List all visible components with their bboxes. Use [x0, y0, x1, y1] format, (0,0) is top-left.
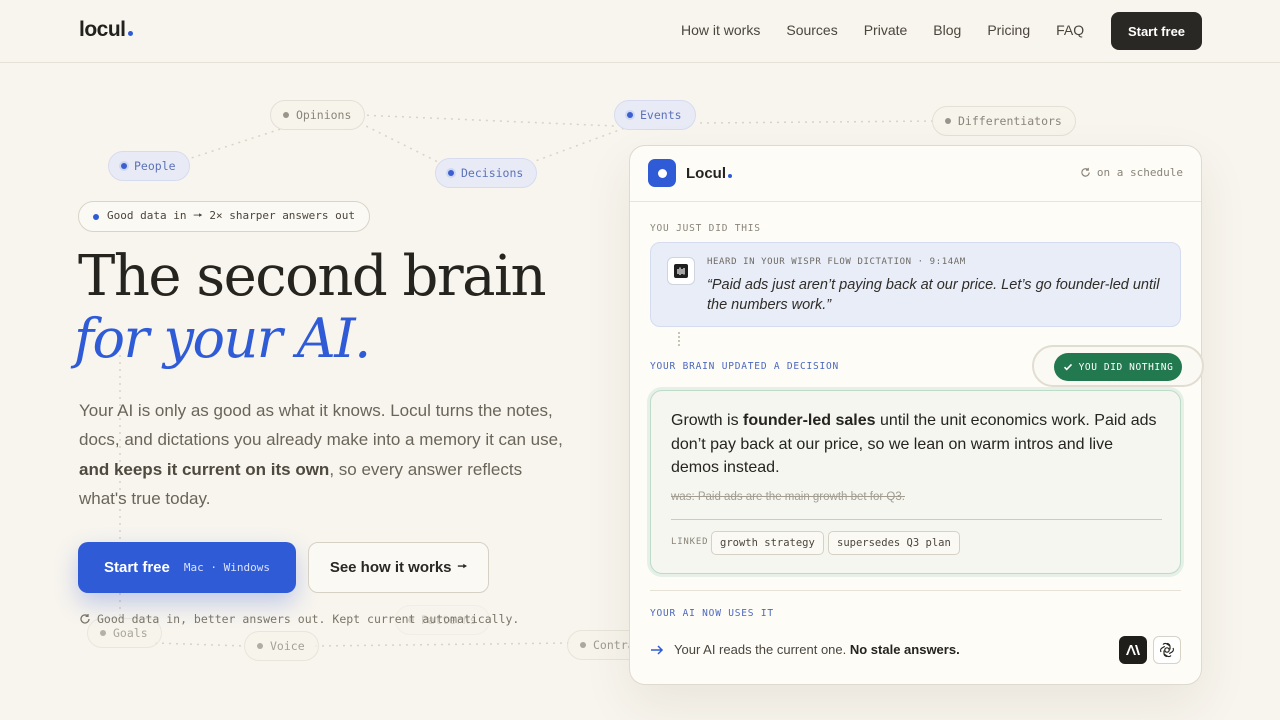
graph-node-events: Events: [614, 100, 696, 130]
site-header: locul How it works Sources Private Blog …: [0, 0, 1280, 63]
card-title: Locul: [686, 165, 732, 182]
node-dot: [945, 118, 951, 124]
node-label: Decisions: [461, 166, 524, 180]
section-label: YOUR AI NOW USES IT: [650, 608, 774, 619]
footnote-text: Good data in, better answers out. Kept c…: [97, 612, 520, 626]
divider: [650, 590, 1181, 591]
arrow-right-icon: [651, 644, 664, 655]
refresh-icon: [1081, 167, 1090, 177]
dictation-quote: “Paid ads just aren’t paying back at our…: [707, 277, 1160, 313]
schedule-status: on a schedule: [1080, 166, 1183, 179]
hero-start-free-button[interactable]: Start free Mac · Windows: [78, 542, 296, 593]
pill-dot: [93, 213, 99, 220]
decision-card: Growth is founder-led sales until the un…: [650, 390, 1181, 574]
nav-blog[interactable]: Blog: [933, 22, 961, 38]
decision-text: Growth is founder-led sales until the un…: [671, 412, 1157, 476]
anthropic-icon: [1119, 636, 1147, 664]
nav-pricing[interactable]: Pricing: [987, 22, 1030, 38]
node-dot: [257, 643, 263, 649]
did-nothing-badge-wrap: YOU DID NOTHING: [1032, 345, 1204, 387]
nav-sources[interactable]: Sources: [786, 22, 837, 38]
arrow-right-icon: 🠖: [457, 561, 468, 573]
node-label: Voice: [270, 639, 305, 653]
nav-faq[interactable]: FAQ: [1056, 22, 1084, 38]
did-nothing-badge: YOU DID NOTHING: [1054, 353, 1182, 381]
schedule-text: on a schedule: [1096, 166, 1183, 179]
graph-node-differentiators: Differentiators: [932, 106, 1076, 136]
hero-footnote: Good data in, better answers out. Kept c…: [79, 612, 519, 626]
node-dot: [283, 112, 289, 118]
openai-icon: [1153, 636, 1181, 664]
pill-text: Good data in 🠖 2× sharper answers out: [107, 209, 356, 222]
node-dot: [627, 112, 633, 118]
hero-title-line2: for your AI.: [74, 307, 371, 370]
tag-growth-strategy[interactable]: growth strategy: [711, 531, 824, 555]
logo-text: locul: [79, 18, 126, 41]
uses-text: Your AI reads the current one. No stale …: [674, 642, 960, 657]
dictation-card: HEARD IN YOUR WISPR FLOW DICTATION · 9:1…: [650, 242, 1181, 327]
connector-line: [678, 332, 680, 346]
node-dot: [448, 170, 454, 176]
previous-decision: was: Paid ads are the main growth bet fo…: [671, 491, 905, 503]
button-label: Start free: [104, 559, 170, 576]
platforms-label: Mac · Windows: [183, 561, 270, 574]
lead-bold: and keeps it current on its own: [79, 459, 330, 479]
graph-node-opinions: Opinions: [270, 100, 366, 130]
graph-node-voice: Voice: [244, 631, 319, 661]
button-label: See how it works: [329, 559, 452, 576]
waveform-icon: [667, 257, 695, 285]
linked-label: LINKED: [671, 537, 709, 547]
refresh-icon: [80, 614, 90, 624]
node-dot: [580, 642, 586, 648]
main-nav: How it works Sources Private Blog Pricin…: [681, 22, 1110, 38]
graph-node-people: People: [108, 151, 190, 181]
hero-title-line1: The second brain: [78, 244, 547, 309]
check-icon: [1063, 363, 1072, 371]
node-label: Goals: [113, 626, 148, 640]
locul-app-icon: [648, 159, 676, 187]
node-label: Opinions: [296, 108, 352, 122]
dictation-meta: HEARD IN YOUR WISPR FLOW DICTATION · 9:1…: [707, 257, 966, 267]
node-dot: [121, 163, 127, 169]
header-start-free-button[interactable]: Start free: [1111, 12, 1202, 50]
nav-private[interactable]: Private: [864, 22, 908, 38]
node-dot: [100, 630, 106, 636]
product-demo-card: Locul on a schedule YOU JUST DID THIS HE…: [629, 145, 1204, 685]
graph-node-decisions: Decisions: [435, 158, 538, 188]
node-label: People: [134, 159, 176, 173]
ai-uses-row: Your AI reads the current one. No stale …: [650, 642, 960, 657]
section-label: YOUR BRAIN UPDATED A DECISION: [650, 361, 840, 372]
card-header: Locul on a schedule: [630, 146, 1201, 202]
logo[interactable]: locul: [79, 18, 133, 42]
node-label: Events: [640, 108, 682, 122]
badge-text: YOU DID NOTHING: [1078, 361, 1174, 373]
see-how-it-works-button[interactable]: See how it works 🠖: [308, 542, 489, 593]
logo-dot: [127, 31, 133, 36]
node-label: Differentiators: [958, 114, 1062, 128]
hero-lead: Your AI is only as good as what it knows…: [79, 396, 569, 513]
nav-how-it-works[interactable]: How it works: [681, 22, 760, 38]
lead-text: Your AI is only as good as what it knows…: [79, 401, 563, 450]
divider: [671, 519, 1162, 520]
section-label: YOU JUST DID THIS: [650, 223, 761, 234]
hero-pill: Good data in 🠖 2× sharper answers out: [78, 201, 371, 232]
tag-supersedes-q3-plan[interactable]: supersedes Q3 plan: [828, 531, 960, 555]
